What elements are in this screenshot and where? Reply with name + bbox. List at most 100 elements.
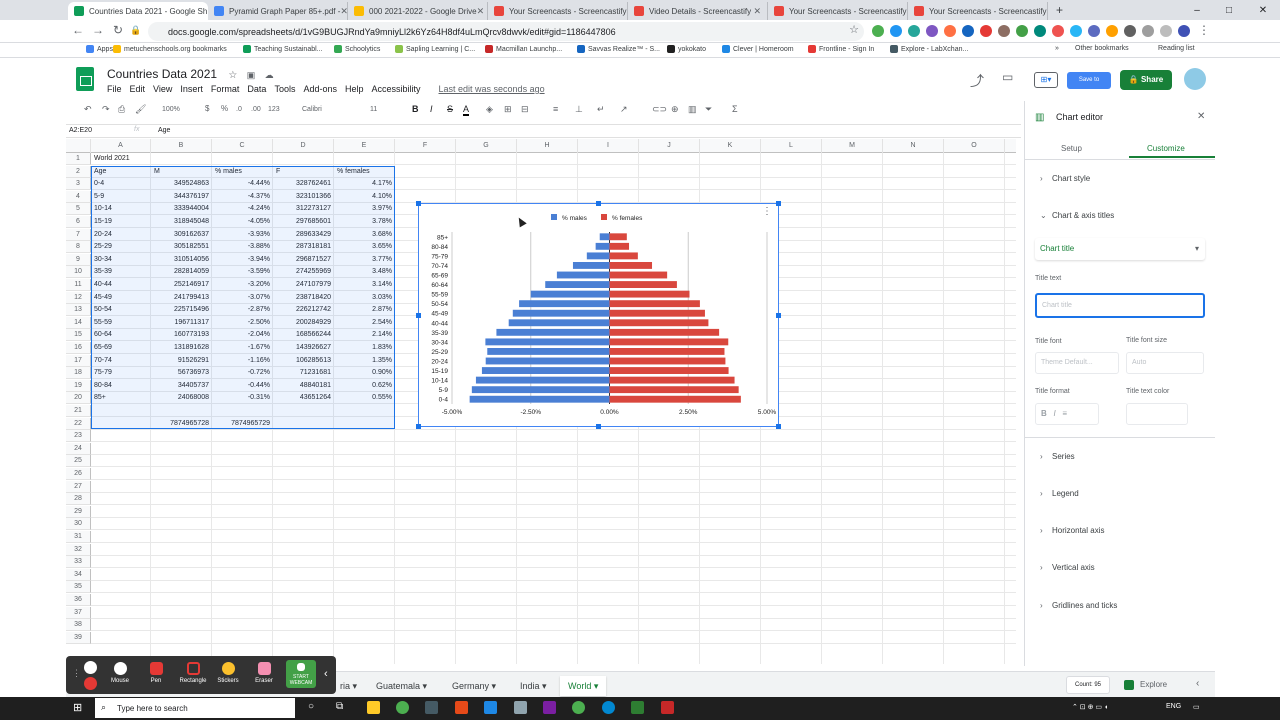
row-header[interactable]: 13	[66, 304, 91, 317]
tray-icons[interactable]: ⌃ ⊡ ⊕ ▭ ◖	[1072, 703, 1108, 711]
extension-icon[interactable]	[1016, 25, 1028, 37]
title-cell[interactable]: World 2021	[91, 153, 151, 165]
section-vertical-axis[interactable]: › Vertical axis	[1040, 563, 1095, 572]
row-header[interactable]: 35	[66, 581, 91, 594]
title-type-select[interactable]: Chart title ▾	[1035, 238, 1205, 260]
resize-handle[interactable]	[596, 424, 601, 429]
section-legend[interactable]: › Legend	[1040, 489, 1079, 498]
drag-handle-icon[interactable]: ⋮	[72, 668, 81, 679]
other-bookmarks[interactable]: Other bookmarks	[1075, 45, 1129, 52]
extension-icon[interactable]	[998, 25, 1010, 37]
bookmark-item[interactable]: metuchenschools.org bookmarks	[113, 45, 227, 53]
share-button[interactable]: 🔒 Share	[1120, 70, 1172, 90]
row-header[interactable]: 4	[66, 190, 91, 203]
close-window-button[interactable]: ✕	[1246, 0, 1280, 20]
activity-trend-icon[interactable]: ⤴	[970, 71, 984, 91]
bookmark-item[interactable]: Teaching Sustainabl...	[243, 45, 323, 53]
functions-button[interactable]: Σ	[732, 104, 738, 114]
borders-icon[interactable]: ⊞	[504, 104, 512, 115]
insert-chart-icon[interactable]: ▥	[688, 104, 697, 115]
undo-icon[interactable]: ↶	[84, 104, 92, 115]
sheet-tab[interactable]: India ▾	[512, 676, 555, 696]
extension-icon[interactable]	[1124, 25, 1136, 37]
bookmark-item[interactable]: Schoolytics	[334, 45, 380, 53]
mouse-tool[interactable]: Mouse	[105, 662, 135, 684]
row-header[interactable]: 21	[66, 405, 91, 417]
percent-button[interactable]: %	[221, 104, 228, 113]
filter-icon[interactable]: ⏷	[705, 104, 712, 115]
name-box[interactable]: A2:E20	[69, 127, 92, 134]
currency-button[interactable]: $	[205, 104, 209, 113]
pen-tool[interactable]: Pen	[141, 662, 171, 684]
bookmark-item[interactable]: Frontline - Sign In	[808, 45, 874, 53]
row-header[interactable]: 20	[66, 392, 91, 405]
bookmark-item[interactable]: Macmillan Launchp...	[485, 45, 562, 53]
document-title[interactable]: Countries Data 2021	[107, 67, 217, 81]
browser-tab[interactable]: Countries Data 2021 - Google Sh✕	[68, 2, 208, 20]
resize-handle[interactable]	[776, 313, 781, 318]
decrease-decimal-button[interactable]: .0	[236, 106, 242, 113]
close-icon[interactable]: ✕	[1197, 111, 1205, 122]
edge-icon[interactable]	[602, 701, 615, 714]
row-header[interactable]: 6	[66, 216, 91, 228]
bookmark-item[interactable]: Apps	[86, 45, 113, 53]
row-header[interactable]: 27	[66, 480, 91, 493]
row-header[interactable]: 8	[66, 241, 91, 254]
zoom-icon[interactable]	[484, 701, 497, 714]
tab-setup[interactable]: Setup	[1061, 144, 1082, 153]
redo-icon[interactable]: ↷	[102, 104, 110, 115]
chart-menu-icon[interactable]: ⋮	[762, 206, 772, 217]
url-field[interactable]: docs.google.com/spreadsheets/d/1vG9BUGJR…	[148, 22, 864, 41]
close-tab-icon[interactable]: ✕	[1047, 6, 1048, 17]
row-header[interactable]: 28	[66, 493, 91, 506]
comment-add-icon[interactable]: ⊕	[671, 104, 679, 115]
menu-view[interactable]: View	[153, 84, 172, 94]
row-header[interactable]: 15	[66, 329, 91, 342]
resize-handle[interactable]	[776, 424, 781, 429]
row-header[interactable]: 10	[66, 266, 91, 279]
row-header[interactable]: 19	[66, 379, 91, 392]
link-icon[interactable]: ⊂⊃	[652, 104, 667, 115]
browser-tab[interactable]: Pyramid Graph Paper 85+.pdf - ✕	[208, 2, 348, 20]
zoom-select[interactable]: 100%	[162, 106, 180, 113]
formula-input[interactable]: Age	[158, 127, 170, 134]
more-bookmarks-button[interactable]: »	[1055, 45, 1059, 52]
column-header[interactable]: E	[334, 139, 395, 153]
resize-handle[interactable]	[416, 313, 421, 318]
resize-handle[interactable]	[416, 424, 421, 429]
text-color-button[interactable]: A	[463, 104, 470, 116]
browser-tab[interactable]: 000 2021-2022 - Google Drive ✕	[348, 2, 488, 20]
select-all-corner[interactable]	[66, 139, 91, 153]
row-header[interactable]: 23	[66, 430, 91, 443]
eraser-tool[interactable]: Eraser	[249, 662, 279, 684]
rectangle-tool[interactable]: Rectangle	[177, 662, 209, 684]
font-size-select[interactable]: 11	[370, 106, 377, 113]
text-wrap-icon[interactable]: ↵	[597, 104, 605, 115]
bookmark-item[interactable]: Sapling Learning | C...	[395, 45, 475, 53]
cloud-status-icon[interactable]: ☁	[265, 70, 274, 80]
row-header[interactable]: 36	[66, 594, 91, 606]
number-format-select[interactable]: 123	[268, 106, 280, 113]
move-folder-icon[interactable]: ▣	[247, 70, 256, 80]
browser-tab[interactable]: Video Details - Screencastify ✕	[628, 2, 768, 20]
row-header[interactable]: 30	[66, 518, 91, 531]
fill-color-icon[interactable]: ◈	[486, 104, 493, 115]
stickers-tool[interactable]: Stickers	[213, 662, 243, 684]
row-header[interactable]: 25	[66, 455, 91, 468]
file-explorer-icon[interactable]	[367, 701, 380, 714]
menu-accessibility[interactable]: Accessibility	[372, 84, 421, 94]
section-chart-axis-titles[interactable]: ⌄ Chart & axis titles	[1040, 211, 1114, 220]
section-horizontal-axis[interactable]: › Horizontal axis	[1040, 526, 1104, 535]
star-icon[interactable]: ☆	[846, 23, 862, 36]
browser-tab[interactable]: Your Screencasts - Screencastify✕	[488, 2, 628, 20]
increase-decimal-button[interactable]: .00	[251, 106, 261, 113]
population-pyramid-chart[interactable]: ⋮ 0-4 5-9 10-14 15-19 20-24 25-29 30-34 35-39 40…	[418, 203, 779, 427]
paint-format-icon[interactable]: 🖌	[135, 104, 146, 115]
bookmark-item[interactable]: Clever | Homeroom	[722, 45, 794, 53]
explore-button[interactable]: Explore	[1124, 676, 1184, 694]
print-icon[interactable]: ⎙	[118, 104, 125, 115]
language-indicator[interactable]: ENG	[1166, 703, 1181, 710]
new-tab-icon[interactable]: +	[1056, 3, 1063, 17]
text-rotate-icon[interactable]: ↗	[620, 104, 628, 115]
tab-customize[interactable]: Customize	[1147, 144, 1185, 153]
